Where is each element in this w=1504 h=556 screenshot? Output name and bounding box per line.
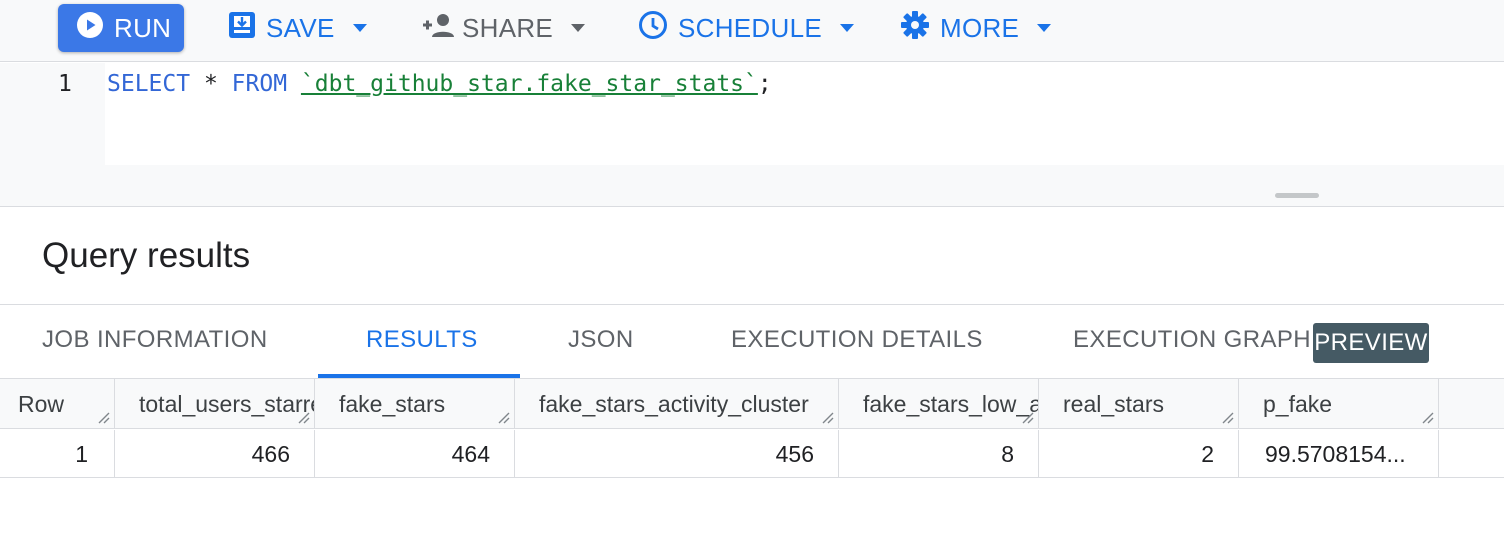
semicolon: ; [757, 71, 772, 97]
table-row: 1 466 464 456 8 2 99.5708154... [0, 430, 1504, 478]
save-button[interactable]: SAVE [228, 4, 367, 52]
column-header-label: p_fake [1263, 391, 1333, 417]
column-resize-icon[interactable] [96, 410, 110, 424]
query-toolbar: RUN SAVE SHARE SCHEDULE MORE [0, 0, 1504, 62]
table-cell: 8 [839, 430, 1039, 477]
column-resize-icon[interactable] [296, 410, 310, 424]
add-person-icon [422, 11, 456, 46]
code-line[interactable]: SELECT * FROM `dbt_github_star.fake_star… [107, 71, 772, 97]
from-keyword: FROM [231, 71, 288, 97]
tab-job-information[interactable]: JOB INFORMATION [42, 326, 268, 354]
column-header-fake-stars-activity-cluster[interactable]: fake_stars_activity_cluster [515, 379, 839, 428]
query-results-title: Query results [42, 236, 251, 275]
code-area[interactable]: SELECT * FROM `dbt_github_star.fake_star… [105, 63, 1504, 165]
caret-down-icon [571, 24, 586, 32]
column-header-total-users-starred[interactable]: total_users_starred [115, 379, 315, 428]
table-cell: 2 [1039, 430, 1239, 477]
select-keyword: SELECT [107, 71, 191, 97]
table-cell: 99.5708154... [1239, 430, 1439, 477]
schedule-button[interactable]: SCHEDULE [638, 4, 854, 52]
column-header-real-stars[interactable]: real_stars [1039, 379, 1239, 428]
sql-editor: 1 SELECT * FROM `dbt_github_star.fake_st… [0, 63, 1504, 207]
table-cell: 466 [115, 430, 315, 477]
divider [0, 304, 1504, 305]
table-header-row: Row total_users_starred fake_stars fake_… [0, 379, 1504, 429]
caret-down-icon [840, 24, 854, 32]
run-label: RUN [114, 12, 172, 43]
column-resize-icon[interactable] [1220, 410, 1234, 424]
column-header-label: total_users_starred [139, 391, 314, 417]
caret-down-icon [1037, 24, 1052, 32]
column-resize-icon[interactable] [1020, 410, 1034, 424]
column-header-fake-stars[interactable]: fake_stars [315, 379, 515, 428]
column-header-label: Row [18, 391, 65, 417]
more-label: MORE [940, 12, 1020, 43]
line-number: 1 [58, 71, 72, 97]
share-label: SHARE [462, 12, 554, 43]
star-operator: * [203, 71, 218, 97]
save-icon [228, 11, 256, 46]
column-header-label: fake_stars_activity_cluster [539, 391, 809, 417]
tab-execution-graph[interactable]: EXECUTION GRAPH [1073, 326, 1311, 354]
preview-badge: PREVIEW [1313, 323, 1429, 363]
column-header-label: real_stars [1063, 391, 1164, 417]
column-resize-icon[interactable] [820, 410, 834, 424]
tab-json[interactable]: JSON [568, 326, 634, 354]
column-header-p-fake[interactable]: p_fake [1239, 379, 1439, 428]
table-cell-row: 1 [0, 430, 115, 477]
table-cell: 456 [515, 430, 839, 477]
column-resize-icon[interactable] [1420, 410, 1434, 424]
column-header-label: fake_stars_low_activity [863, 391, 1038, 417]
clock-icon [638, 10, 668, 47]
gear-icon [900, 10, 930, 47]
share-button[interactable]: SHARE [422, 4, 586, 52]
save-label: SAVE [266, 12, 335, 43]
schedule-label: SCHEDULE [678, 12, 822, 43]
more-button[interactable]: MORE [900, 4, 1052, 52]
editor-resize-handle[interactable] [1275, 193, 1319, 198]
caret-down-icon [352, 24, 367, 32]
column-header-label: fake_stars [339, 391, 446, 417]
play-icon [76, 11, 104, 46]
run-button[interactable]: RUN [58, 4, 184, 52]
column-header-fake-stars-low-activity[interactable]: fake_stars_low_activity [839, 379, 1039, 428]
table-cell: 464 [315, 430, 515, 477]
tab-results[interactable]: RESULTS [366, 326, 478, 354]
tab-execution-details[interactable]: EXECUTION DETAILS [731, 326, 983, 354]
column-header-row[interactable]: Row [0, 379, 115, 428]
table-reference[interactable]: `dbt_github_star.fake_star_stats` [301, 71, 758, 97]
column-resize-icon[interactable] [496, 410, 510, 424]
